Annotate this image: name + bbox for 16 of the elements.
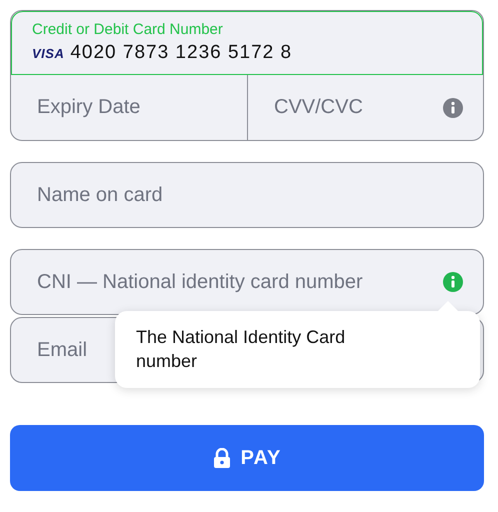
text-field[interactable]: Name on card bbox=[10, 162, 484, 228]
tooltip-text: The National Identity Card number bbox=[136, 326, 346, 373]
info-icon[interactable] bbox=[443, 272, 463, 292]
pay-button[interactable]: PAY bbox=[10, 425, 484, 491]
card-number-label: Credit or Debit Card Number bbox=[32, 21, 224, 38]
text-input[interactable]: CNI — National identity card number bbox=[37, 270, 431, 294]
lock-icon bbox=[212, 448, 231, 468]
text-field[interactable]: CNI — National identity card number bbox=[10, 249, 484, 315]
info-icon[interactable] bbox=[443, 98, 463, 118]
card-number-input[interactable]: 4020 7873 1236 5172 8 bbox=[70, 42, 430, 64]
cvv-field[interactable]: CVV/CVC bbox=[274, 96, 443, 119]
text-input[interactable]: Name on card bbox=[37, 184, 206, 206]
text-input[interactable]: Email bbox=[37, 338, 122, 362]
expiry-date-field[interactable]: Expiry Date bbox=[37, 96, 227, 119]
card-brand-logo: VISA bbox=[32, 46, 64, 60]
card-number-field[interactable]: Credit or Debit Card Number VISA 4020 7873 1236 5172 8 bbox=[11, 11, 483, 75]
